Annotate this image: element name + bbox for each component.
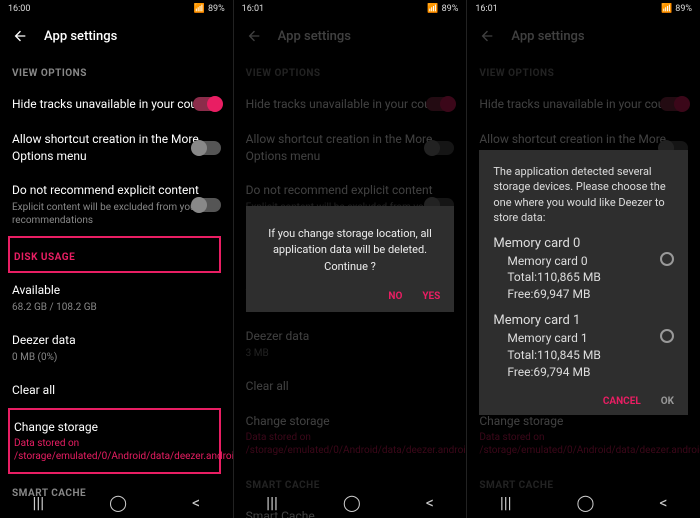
shortcut-toggle[interactable]: Allow shortcut creation in the More Opti…: [12, 122, 221, 174]
page-title: App settings: [44, 29, 117, 44]
storage-option-0[interactable]: Memory card 0 Memory card 0 Total:110,86…: [493, 236, 674, 303]
back-nav-icon[interactable]: <: [192, 493, 200, 512]
recents-icon[interactable]: |||: [32, 493, 44, 512]
clear-all-button[interactable]: Clear all: [12, 373, 221, 408]
dialog-intro: The application detected several storage…: [493, 164, 674, 226]
deezer-data-item[interactable]: Deezer data 0 MB (0%): [12, 323, 221, 373]
available-item: Available 68.2 GB / 108.2 GB: [12, 273, 221, 323]
radio-icon: [660, 329, 674, 343]
storage-dialog: The application detected several storage…: [479, 150, 688, 415]
toggle-icon: [193, 141, 221, 155]
toggle-icon: [193, 198, 221, 212]
no-button[interactable]: NO: [388, 291, 402, 302]
radio-icon: [660, 252, 674, 266]
dialog-overlay: If you change storage location, all appl…: [234, 0, 467, 518]
confirm-dialog: If you change storage location, all appl…: [246, 206, 455, 313]
cancel-button[interactable]: CANCEL: [603, 396, 641, 407]
toggle-icon: [193, 97, 221, 111]
yes-button[interactable]: YES: [422, 291, 440, 302]
home-icon[interactable]: ◯: [109, 493, 127, 512]
clock: 16:00: [8, 4, 30, 14]
dialog-overlay: The application detected several storage…: [467, 0, 700, 518]
storage-option-1[interactable]: Memory card 1 Memory card 1 Total:110,84…: [493, 313, 674, 380]
status-icons: 📶89%: [194, 4, 225, 14]
section-view-options: VIEW OPTIONS: [12, 54, 221, 87]
app-header: App settings: [0, 18, 233, 54]
change-storage-button[interactable]: Change storage Data stored on /storage/e…: [8, 408, 221, 475]
hide-tracks-toggle[interactable]: Hide tracks unavailable in your country: [12, 87, 221, 122]
explicit-toggle[interactable]: Do not recommend explicit content Explic…: [12, 173, 221, 236]
nav-bar: ||| ◯ <: [0, 486, 233, 518]
section-disk-usage: DISK USAGE: [8, 236, 221, 273]
ok-button[interactable]: OK: [661, 396, 674, 407]
back-icon[interactable]: [12, 28, 28, 44]
dialog-message: If you change storage location, all appl…: [260, 226, 441, 276]
status-bar: 16:00 📶89%: [0, 0, 233, 18]
